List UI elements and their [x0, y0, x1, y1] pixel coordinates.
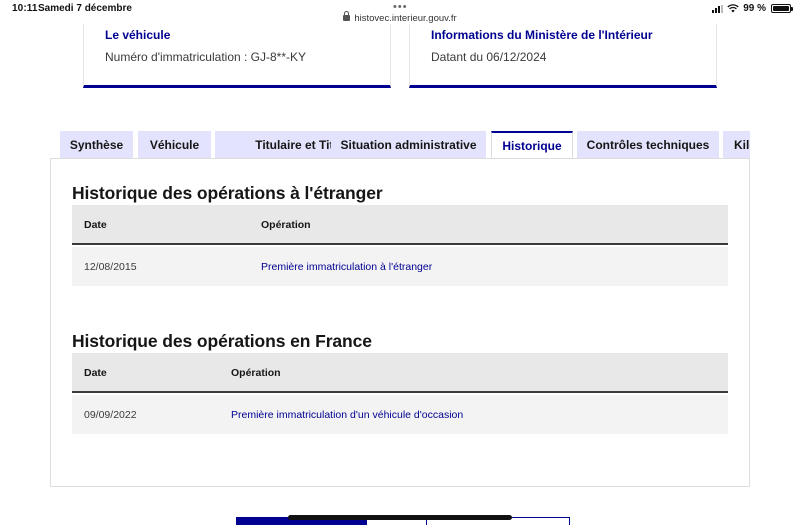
tab-situation-administrative[interactable]: Situation administrative	[331, 131, 486, 159]
table-header: Date Opération	[72, 205, 728, 245]
ministry-card: Informations du Ministère de l'Intérieur…	[409, 24, 717, 88]
row-date: 09/09/2022	[84, 409, 137, 421]
tab-vehicule[interactable]: Véhicule	[138, 131, 211, 159]
history-france-title: Historique des opérations en France	[72, 331, 372, 351]
column-header-operation: Opération	[261, 219, 311, 231]
battery-icon	[771, 4, 793, 13]
lock-icon	[343, 11, 351, 21]
tab-list: Synthèse Véhicule Titulaire et Titre Sit…	[60, 131, 750, 159]
table-row: 09/09/2022 Première immatriculation d'un…	[72, 395, 728, 434]
url-text: histovec.interieur.gouv.fr	[354, 13, 457, 24]
table-header: Date Opération	[72, 353, 728, 393]
wifi-icon	[727, 4, 739, 13]
row-operation-link[interactable]: Première immatriculation d'un véhicule d…	[231, 395, 463, 435]
tab-controles-techniques[interactable]: Contrôles techniques	[577, 131, 719, 159]
vehicle-card-title: Le véhicule	[105, 28, 171, 42]
data-date: Datant du 06/12/2024	[431, 50, 547, 64]
ministry-card-title: Informations du Ministère de l'Intérieur	[431, 28, 653, 42]
column-header-date: Date	[84, 219, 107, 231]
registration-number: Numéro d'immatriculation : GJ-8**-KY	[105, 50, 307, 64]
home-indicator[interactable]	[288, 515, 512, 520]
column-header-date: Date	[84, 367, 107, 379]
tab-historique[interactable]: Historique	[491, 131, 573, 159]
multitasking-dots-icon[interactable]: •••	[393, 1, 408, 13]
column-header-operation: Opération	[231, 367, 281, 379]
table-row: 12/08/2015 Première immatriculation à l'…	[72, 247, 728, 286]
cellular-signal-icon	[712, 4, 724, 13]
tab-kilometrage[interactable]: Kilo	[723, 131, 750, 159]
row-operation-link[interactable]: Première immatriculation à l'étranger	[261, 247, 432, 287]
address-bar[interactable]: histovec.interieur.gouv.fr	[0, 11, 800, 24]
row-date: 12/08/2015	[84, 261, 137, 273]
tab-synthese[interactable]: Synthèse	[60, 131, 133, 159]
history-abroad-title: Historique des opérations à l'étranger	[72, 183, 383, 203]
vehicle-card: Le véhicule Numéro d'immatriculation : G…	[83, 24, 391, 88]
